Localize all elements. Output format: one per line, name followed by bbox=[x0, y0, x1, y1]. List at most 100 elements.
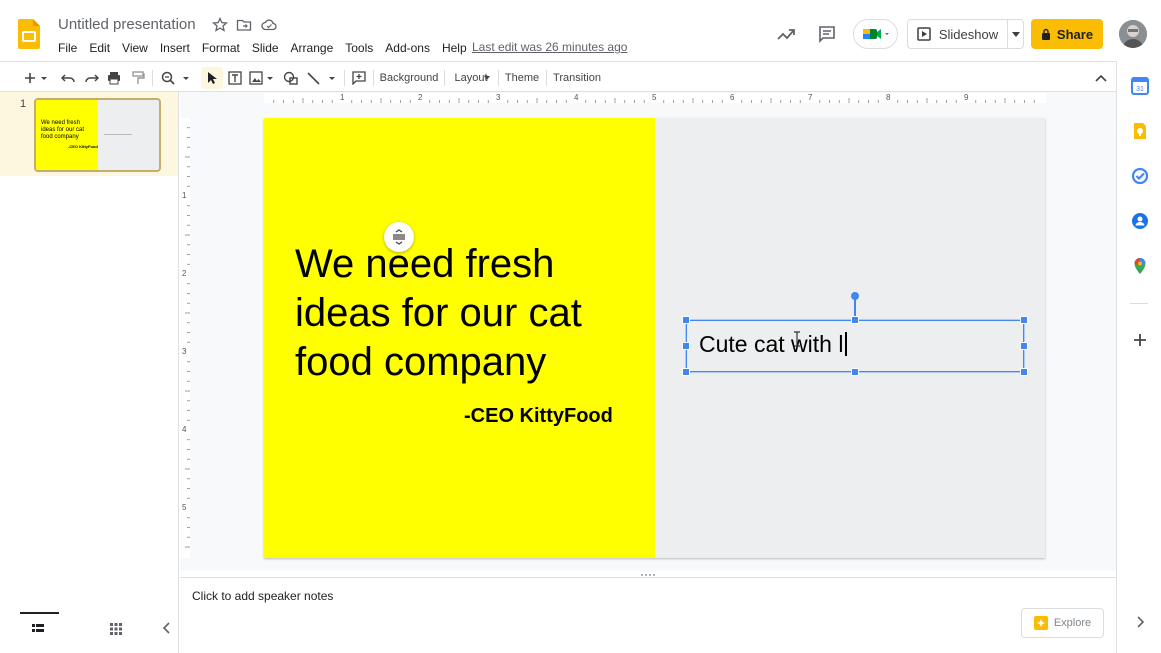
ruler-left-label: 1 bbox=[182, 191, 187, 200]
vertical-ruler bbox=[180, 118, 190, 558]
collapse-panel-icon[interactable] bbox=[162, 622, 170, 634]
slideshow-button[interactable]: Slideshow bbox=[907, 19, 1008, 49]
move-folder-icon[interactable] bbox=[236, 17, 252, 33]
toolbar: Background Layout Theme Transition bbox=[0, 61, 1116, 92]
paint-format-button[interactable] bbox=[130, 69, 146, 87]
text-box-content[interactable]: Cute cat with l bbox=[699, 331, 848, 358]
select-tool-button[interactable] bbox=[201, 67, 223, 89]
speaker-notes-placeholder[interactable]: Click to add speaker notes bbox=[192, 589, 333, 603]
account-avatar[interactable] bbox=[1119, 20, 1147, 48]
shapes-icon bbox=[283, 71, 298, 85]
transition-button[interactable]: Transition bbox=[553, 69, 601, 87]
ruler-left-label: 4 bbox=[182, 425, 187, 434]
chevron-up-icon bbox=[1095, 74, 1107, 82]
text-cursor-ibeam-icon bbox=[794, 331, 800, 347]
slideshow-options-dropdown[interactable] bbox=[1007, 19, 1024, 49]
filmstrip-view-icon[interactable] bbox=[32, 623, 44, 635]
theme-button[interactable]: Theme bbox=[505, 69, 539, 87]
resize-handle-bottom-right[interactable] bbox=[1020, 368, 1028, 376]
add-comment-icon bbox=[352, 71, 366, 85]
star-icon[interactable] bbox=[212, 17, 228, 33]
text-caret bbox=[845, 332, 848, 356]
caret-down-icon bbox=[1011, 31, 1020, 37]
resize-handle-top-left[interactable] bbox=[682, 316, 690, 324]
image-icon bbox=[249, 71, 273, 85]
menu-view[interactable]: View bbox=[116, 39, 154, 57]
add-comment-button[interactable] bbox=[351, 69, 367, 87]
menu-add-ons[interactable]: Add-ons bbox=[379, 39, 436, 57]
vertical-align-icon bbox=[393, 229, 405, 245]
redo-button[interactable] bbox=[84, 69, 100, 87]
tasks-icon[interactable] bbox=[1131, 167, 1149, 185]
slide-attribution[interactable]: -CEO KittyFood bbox=[464, 405, 613, 428]
print-button[interactable] bbox=[106, 69, 122, 87]
menu-insert[interactable]: Insert bbox=[154, 39, 196, 57]
menu-arrange[interactable]: Arrange bbox=[285, 39, 340, 57]
resize-handle-bottom[interactable] bbox=[851, 368, 859, 376]
svg-text:31: 31 bbox=[1136, 86, 1144, 93]
filmstrip-footer bbox=[0, 612, 179, 653]
background-button[interactable]: Background bbox=[380, 69, 439, 87]
insert-image-button[interactable] bbox=[249, 69, 275, 87]
resize-handle-left[interactable] bbox=[682, 342, 690, 350]
paint-roller-icon bbox=[132, 71, 145, 84]
ruler-top-label: 6 bbox=[730, 93, 735, 102]
share-label: Share bbox=[1056, 26, 1094, 42]
text-box-tool-button[interactable] bbox=[227, 69, 243, 87]
lock-icon bbox=[1041, 28, 1050, 40]
cloud-saved-icon[interactable] bbox=[261, 17, 277, 33]
speaker-notes-area[interactable]: Click to add speaker notes bbox=[180, 577, 1116, 653]
add-addon-icon[interactable] bbox=[1131, 331, 1149, 349]
activity-trend-icon[interactable] bbox=[776, 25, 796, 43]
new-slide-button[interactable] bbox=[22, 69, 50, 87]
ruler-top-label: 9 bbox=[964, 93, 969, 102]
undo-button[interactable] bbox=[60, 69, 76, 87]
slide-thumbnail-1[interactable]: We need fresh ideas for our cat food com… bbox=[34, 98, 161, 172]
menu-file[interactable]: File bbox=[52, 39, 83, 57]
meet-button[interactable] bbox=[853, 19, 898, 49]
shape-tool-button[interactable] bbox=[283, 69, 299, 87]
comments-icon[interactable] bbox=[818, 25, 836, 43]
menu-format[interactable]: Format bbox=[196, 39, 246, 57]
side-panel: 31 bbox=[1116, 61, 1161, 653]
vertical-align-button[interactable] bbox=[384, 222, 414, 252]
expand-side-panel-icon[interactable] bbox=[1131, 613, 1149, 631]
share-button[interactable]: Share bbox=[1031, 19, 1103, 49]
selected-text-box[interactable]: Cute cat with l bbox=[682, 316, 1028, 376]
ruler-top-label: 1 bbox=[340, 93, 345, 102]
calendar-icon[interactable]: 31 bbox=[1131, 77, 1149, 95]
user-photo-icon bbox=[1119, 20, 1147, 48]
explore-icon bbox=[1033, 616, 1048, 630]
line-tool-button[interactable] bbox=[306, 69, 338, 87]
menu-edit[interactable]: Edit bbox=[83, 39, 116, 57]
ruler-left-label: 2 bbox=[182, 269, 187, 278]
resize-handle-right[interactable] bbox=[1020, 342, 1028, 350]
maps-icon[interactable] bbox=[1131, 257, 1149, 275]
slideshow-label: Slideshow bbox=[938, 26, 999, 42]
menu-slide[interactable]: Slide bbox=[246, 39, 285, 57]
slide-canvas[interactable]: We need fresh ideas for our cat food com… bbox=[264, 118, 1045, 558]
slide-number: 1 bbox=[20, 98, 27, 110]
ruler-top-label: 7 bbox=[808, 93, 813, 102]
keep-icon[interactable] bbox=[1131, 122, 1149, 140]
ruler-top-label: 5 bbox=[652, 93, 657, 102]
meet-icon bbox=[862, 29, 889, 39]
ruler-left-label: 5 bbox=[182, 503, 187, 512]
resize-handle-top-right[interactable] bbox=[1020, 316, 1028, 324]
zoom-button[interactable] bbox=[160, 69, 192, 87]
slides-logo-icon[interactable] bbox=[18, 19, 40, 49]
thumbnail-textbox-preview bbox=[104, 134, 132, 135]
resize-handle-top[interactable] bbox=[851, 316, 859, 324]
collapse-toolbar-button[interactable] bbox=[1093, 69, 1109, 87]
explore-button[interactable]: Explore bbox=[1021, 608, 1104, 638]
document-title[interactable]: Untitled presentation bbox=[58, 16, 196, 33]
last-edit-link[interactable]: Last edit was 26 minutes ago bbox=[472, 40, 627, 54]
menu-tools[interactable]: Tools bbox=[339, 39, 379, 57]
slide-headline[interactable]: We need fresh ideas for our cat food com… bbox=[295, 240, 625, 387]
resize-handle-bottom-left[interactable] bbox=[682, 368, 690, 376]
rotate-handle[interactable] bbox=[851, 292, 859, 300]
contacts-icon[interactable] bbox=[1131, 212, 1149, 230]
menu-help[interactable]: Help bbox=[436, 39, 473, 57]
side-panel-divider bbox=[1130, 303, 1148, 304]
grid-view-icon[interactable] bbox=[110, 623, 122, 635]
